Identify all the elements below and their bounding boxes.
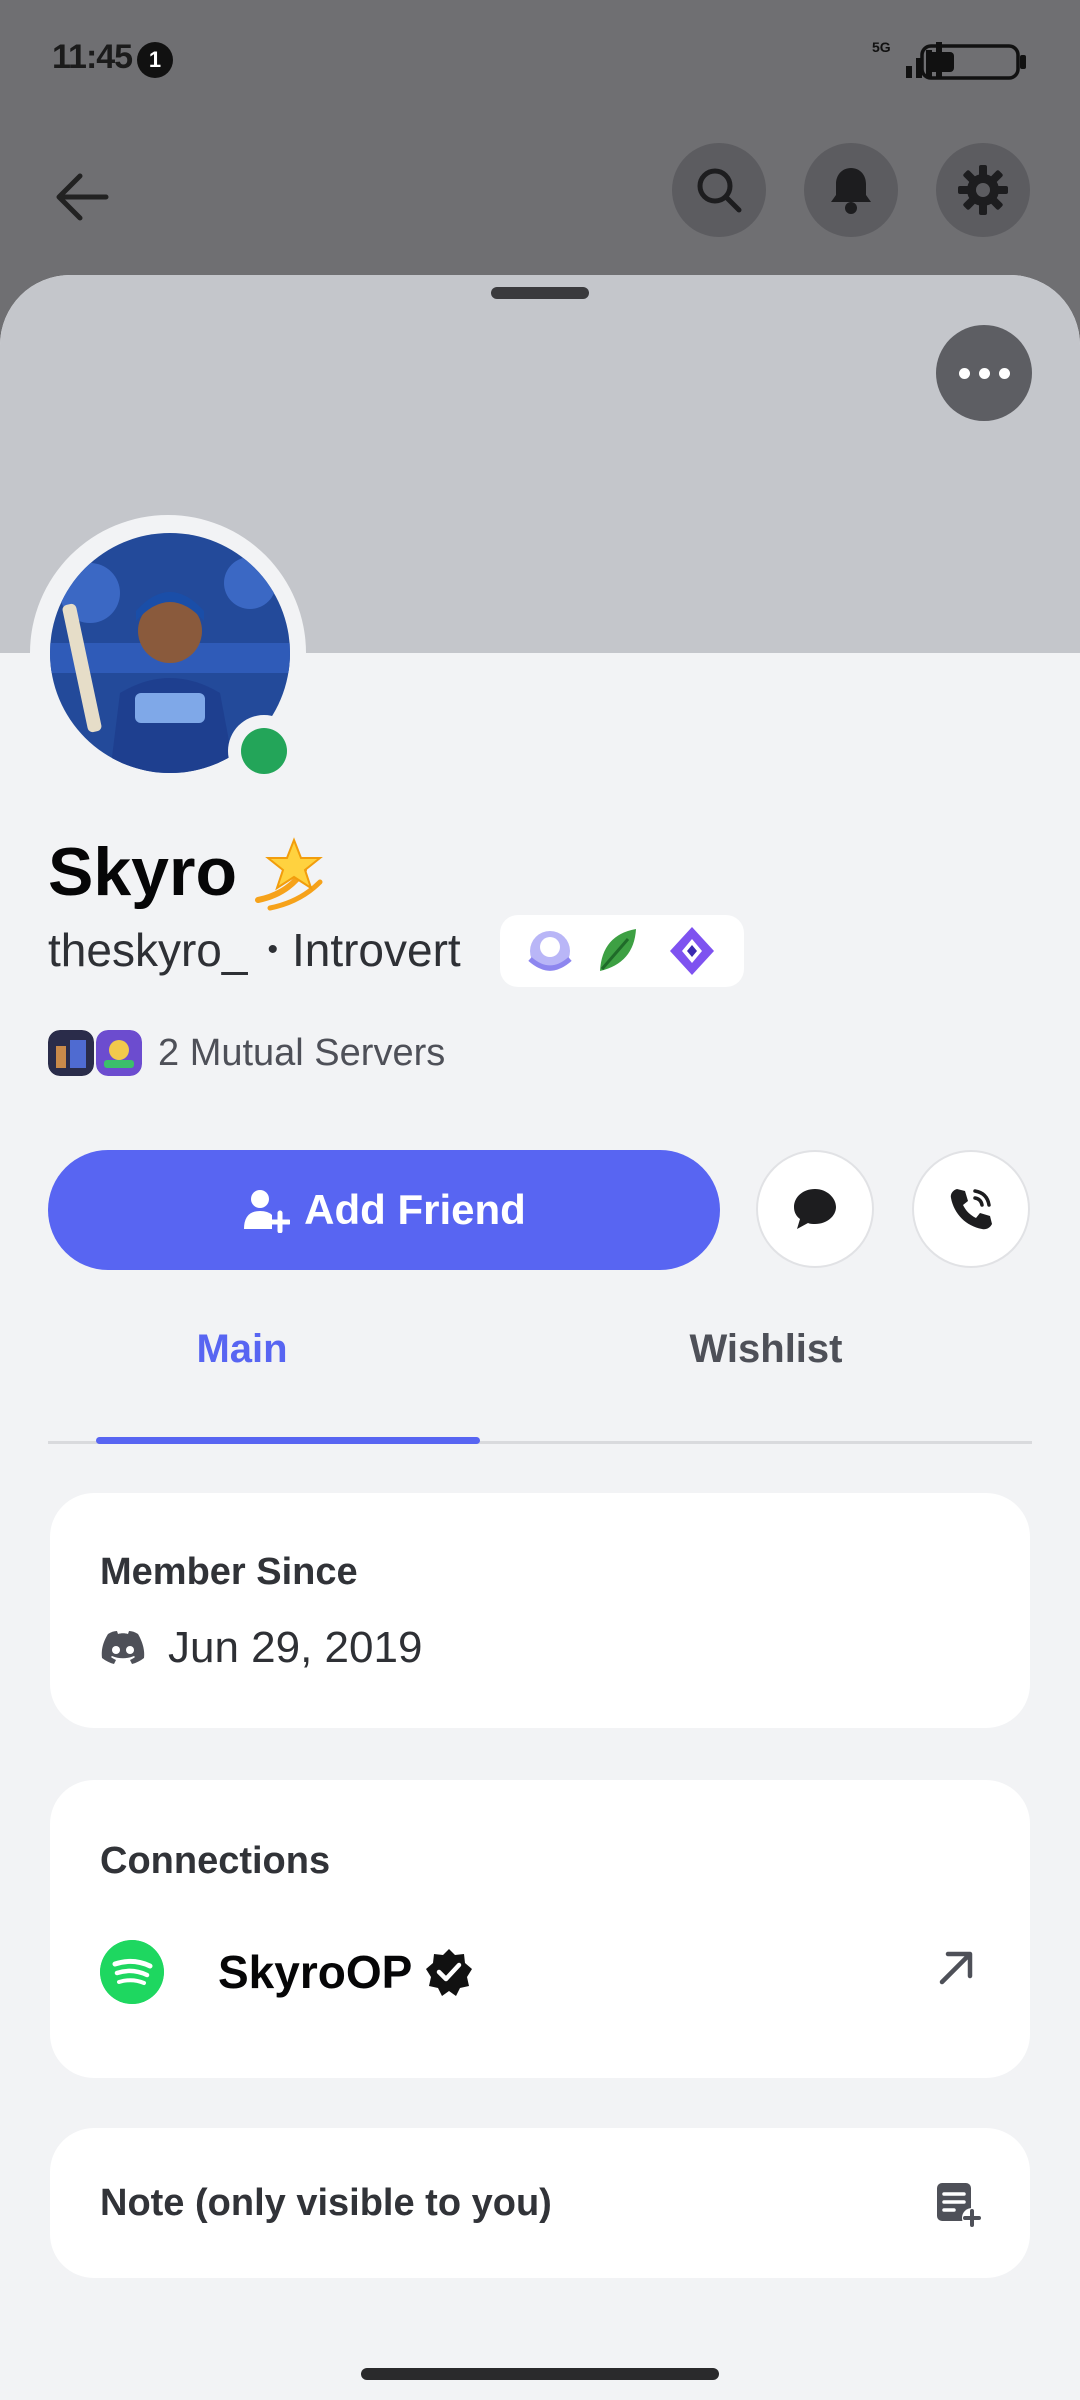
phone-call-icon — [950, 1189, 992, 1230]
tab-wishlist[interactable]: Wishlist — [690, 1327, 843, 1372]
hypesquad-gem-badge-icon[interactable] — [670, 927, 714, 975]
top-bar — [0, 140, 1080, 240]
mutual-servers-label: 2 Mutual Servers — [158, 1031, 446, 1074]
external-link-arrow-icon[interactable] — [932, 1944, 980, 1992]
spotify-icon — [100, 1940, 164, 2004]
discord-logo-icon — [101, 1631, 145, 1664]
add-friend-button[interactable]: Add Friend — [48, 1150, 720, 1270]
tab-main[interactable]: Main — [196, 1327, 287, 1372]
status-time: 11:45 — [52, 38, 133, 76]
connection-item-spotify[interactable]: SkyroOP — [100, 1932, 980, 2012]
home-indicator[interactable] — [361, 2368, 719, 2380]
connection-name: SkyroOP — [218, 1946, 413, 1998]
add-user-icon — [244, 1190, 291, 1233]
member-since-card: Member Since Jun 29, 2019 — [50, 1493, 1030, 1728]
more-dot — [998, 367, 1010, 379]
notifications-button[interactable] — [804, 143, 898, 237]
separator: • — [267, 933, 278, 966]
display-name: Skyro — [48, 834, 237, 910]
notification-count-badge: 1 — [137, 42, 173, 78]
member-since-date: Jun 29, 2019 — [168, 1623, 423, 1672]
online-status-indicator — [241, 728, 287, 774]
profile-sheet: Skyro theskyro_ • Introvert 2 Mutual Ser… — [0, 275, 1080, 2400]
mutual-servers-button[interactable]: 2 Mutual Servers — [48, 1025, 445, 1081]
active-tab-indicator — [96, 1437, 480, 1444]
server-icon — [96, 1030, 142, 1076]
status-bar: 11:45 1 5G — [0, 0, 1080, 120]
nitro-laurel-badge-icon[interactable] — [528, 931, 572, 971]
leaf-badge-icon[interactable] — [600, 929, 636, 971]
arrow-left-icon[interactable] — [50, 166, 112, 228]
battery-icon — [920, 44, 1026, 80]
search-icon — [697, 168, 742, 213]
more-dot — [958, 367, 970, 379]
bell-icon — [831, 168, 871, 214]
note-card[interactable]: Note (only visible to you) — [50, 2128, 1030, 2278]
network-label: 5G — [872, 39, 891, 55]
connections-card: Connections SkyroOP — [50, 1780, 1030, 2078]
dizzy-star-emoji-icon — [255, 837, 323, 911]
note-label: Note (only visible to you) — [100, 2182, 552, 2224]
profile-tabs: Main Wishlist — [48, 1305, 1032, 1444]
search-button[interactable] — [672, 143, 766, 237]
more-options-button[interactable] — [936, 325, 1032, 421]
message-button[interactable] — [756, 1150, 874, 1268]
sheet-drag-handle[interactable] — [491, 287, 589, 299]
chat-bubble-icon — [794, 1189, 836, 1229]
member-since-title: Member Since — [100, 1551, 358, 1593]
pronouns-status: Introvert — [291, 924, 461, 976]
settings-button[interactable] — [936, 143, 1030, 237]
member-since-row: Jun 29, 2019 — [100, 1623, 422, 1673]
more-dot — [978, 367, 990, 379]
gear-icon — [958, 165, 1008, 215]
verified-badge-icon — [426, 1949, 473, 1996]
server-icon — [48, 1030, 94, 1076]
add-note-icon[interactable] — [934, 2180, 982, 2228]
add-friend-label: Add Friend — [304, 1186, 526, 1233]
voice-call-button[interactable] — [912, 1150, 1030, 1268]
username-row: theskyro_ • Introvert — [48, 923, 461, 977]
username: theskyro_ — [48, 924, 248, 976]
badge-list — [500, 915, 744, 987]
connections-title: Connections — [100, 1840, 331, 1882]
